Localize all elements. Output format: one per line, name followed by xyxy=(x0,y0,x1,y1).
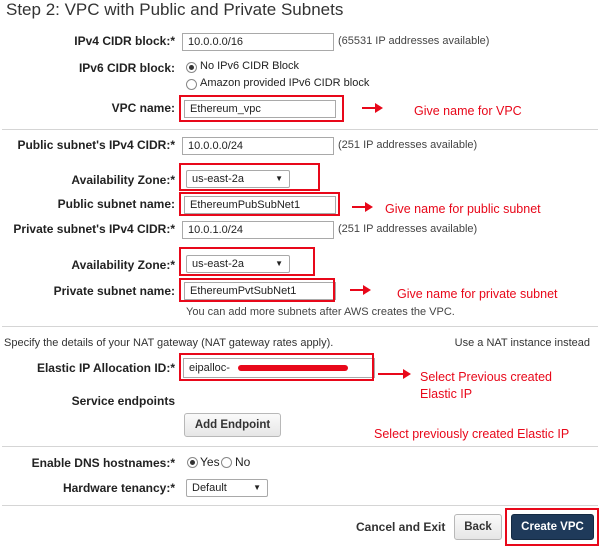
ipv4-cidr-note: (65531 IP addresses available) xyxy=(338,35,490,47)
add-endpoint-button[interactable]: Add Endpoint xyxy=(184,413,281,437)
private-subnet-arrow xyxy=(350,285,371,295)
nat-gateway-text: Specify the details of your NAT gateway … xyxy=(4,337,334,349)
private-subnet-annotation: Give name for private subnet xyxy=(397,287,558,301)
vpc-name-arrow xyxy=(362,103,383,113)
section-divider xyxy=(2,326,598,327)
vpc-name-highlight xyxy=(179,95,344,122)
public-subnet-name-label: Public subnet name: xyxy=(57,197,175,211)
public-az-label: Availability Zone:* xyxy=(71,173,175,187)
ipv6-none-label: No IPv6 CIDR Block xyxy=(200,60,300,72)
eip-alt-annotation: Select previously created Elastic IP xyxy=(374,427,570,441)
back-button[interactable]: Back xyxy=(454,514,502,540)
dns-yes-label: Yes xyxy=(200,455,220,469)
private-subnet-cidr-note: (251 IP addresses available) xyxy=(338,223,478,235)
public-az-highlight xyxy=(179,163,320,191)
dns-yes-radio[interactable] xyxy=(187,457,198,468)
vpc-name-label: VPC name: xyxy=(111,101,175,115)
ipv6-cidr-label: IPv6 CIDR block: xyxy=(78,61,175,75)
more-subnets-note: You can add more subnets after AWS creat… xyxy=(186,306,455,318)
eip-highlight xyxy=(179,353,374,381)
ipv6-amazon-label: Amazon provided IPv6 CIDR block xyxy=(200,77,370,89)
dns-no-label: No xyxy=(235,455,251,469)
ipv4-cidr-label: IPv4 CIDR block:* xyxy=(74,34,175,48)
eip-annotation-line1: Select Previous created xyxy=(420,370,553,384)
public-subnet-cidr-label: Public subnet's IPv4 CIDR:* xyxy=(17,138,175,152)
dns-no-radio[interactable] xyxy=(221,457,232,468)
eip-label: Elastic IP Allocation ID:* xyxy=(36,361,175,375)
hardware-tenancy-label: Hardware tenancy:* xyxy=(62,481,175,495)
service-endpoints-label: Service endpoints xyxy=(71,394,175,408)
public-subnet-cidr-input[interactable]: 10.0.0.0/24 xyxy=(182,137,334,155)
ipv6-none-radio[interactable] xyxy=(186,62,197,73)
private-subnet-name-highlight xyxy=(179,278,335,302)
tenancy-value: Default xyxy=(192,482,227,494)
tenancy-select[interactable]: Default ▼ xyxy=(186,479,268,497)
private-subnet-cidr-input[interactable]: 10.0.1.0/24 xyxy=(182,221,334,239)
vpc-name-annotation: Give name for VPC xyxy=(414,104,522,118)
public-subnet-name-highlight xyxy=(179,192,340,216)
page-title: Step 2: VPC with Public and Private Subn… xyxy=(6,0,344,19)
eip-arrow xyxy=(378,369,411,379)
cancel-and-exit-link[interactable]: Cancel and Exit xyxy=(356,520,445,534)
create-vpc-highlight xyxy=(505,508,599,546)
footer-divider xyxy=(2,505,598,506)
public-subnet-annotation: Give name for public subnet xyxy=(385,202,541,216)
section-divider xyxy=(2,446,598,447)
chevron-down-icon: ▼ xyxy=(253,483,261,492)
private-az-label: Availability Zone:* xyxy=(71,258,175,272)
public-subnet-arrow xyxy=(352,202,373,212)
private-az-highlight xyxy=(179,247,315,276)
private-subnet-cidr-label: Private subnet's IPv4 CIDR:* xyxy=(13,222,175,236)
nat-instance-link[interactable]: Use a NAT instance instead xyxy=(455,337,590,349)
eip-annotation-line2: Elastic IP xyxy=(420,387,473,401)
public-subnet-cidr-note: (251 IP addresses available) xyxy=(338,139,478,151)
private-subnet-name-label: Private subnet name: xyxy=(53,284,175,298)
ipv6-amazon-radio[interactable] xyxy=(186,79,197,90)
section-divider xyxy=(2,129,598,130)
ipv4-cidr-input[interactable]: 10.0.0.0/16 xyxy=(182,33,334,51)
dns-hostnames-label: Enable DNS hostnames:* xyxy=(31,456,175,470)
